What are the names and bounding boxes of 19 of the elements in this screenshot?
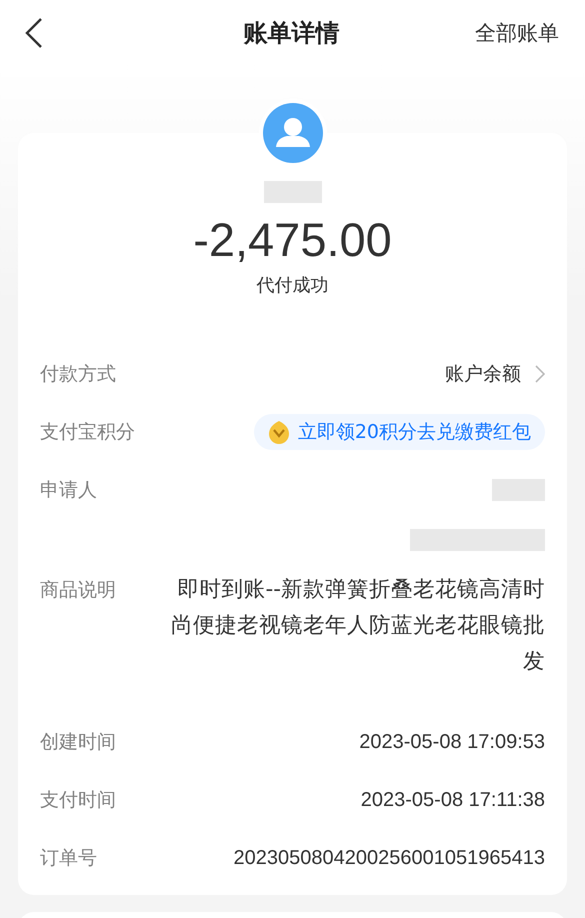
field-value: 即时到账--新款弹簧折叠老花镜高清时尚便捷老视镜老年人防蓝光老花眼镜批发	[170, 576, 545, 676]
field-label: 付款方式	[40, 362, 116, 387]
field-value[interactable]: 账户余额	[445, 361, 521, 387]
field-label: 订单号	[40, 846, 97, 871]
payment-status: 代付成功	[256, 274, 330, 297]
field-label: 商品说明	[40, 578, 116, 603]
field-value: 2023-05-08 17:11:38	[360, 788, 545, 813]
amount: -2,475.00	[192, 212, 393, 268]
field-label: 支付宝积分	[40, 420, 135, 445]
field-label: 支付时间	[40, 788, 116, 813]
field-value: 2023050804200256001051965413	[234, 846, 545, 871]
back-icon[interactable]	[24, 17, 44, 49]
points-badge[interactable]: 立即领20积分去兑缴费红包	[254, 414, 545, 450]
all-bills-link[interactable]: 全部账单	[475, 19, 559, 47]
field-label: 申请人	[40, 478, 97, 503]
coin-icon	[268, 420, 290, 444]
field-value: 2023-05-08 17:09:53	[359, 730, 545, 755]
field-label: 创建时间	[40, 730, 116, 755]
page-title: 账单详情	[244, 18, 340, 49]
